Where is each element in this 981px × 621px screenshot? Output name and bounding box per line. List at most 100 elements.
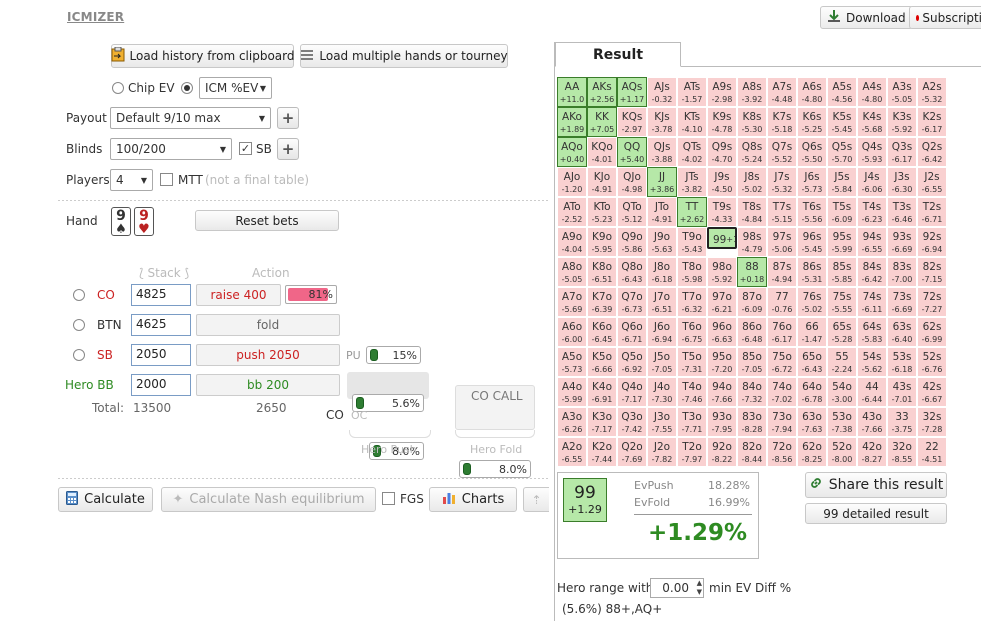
hand-cell-32s[interactable]: 32s -7.28 [917,407,947,437]
hand-cell-A2s[interactable]: A2s -5.32 [917,77,947,107]
subscribe-button[interactable]: Subscripti [909,6,981,29]
hand-cell-54s[interactable]: 54s -5.62 [857,347,887,377]
hero-stack-input[interactable]: 2000 [131,374,191,396]
hand-cell-Q8s[interactable]: Q8s -5.24 [737,137,767,167]
hand-cell-T3o[interactable]: T3o -7.71 [677,407,707,437]
hand-cell-55[interactable]: 55 -2.24 [827,347,857,377]
hand-cell-K4o[interactable]: K4o -6.91 [587,377,617,407]
hand-cell-J3o[interactable]: J3o -7.55 [647,407,677,437]
hand-cell-42o[interactable]: 42o -8.27 [857,437,887,467]
hand-cell-74o[interactable]: 74o -7.02 [767,377,797,407]
co-stack-input[interactable]: 4825 [131,284,191,306]
hand-cell-64o[interactable]: 64o -6.78 [797,377,827,407]
hand-cell-Q3o[interactable]: Q3o -7.42 [617,407,647,437]
hand-cell-A4s[interactable]: A4s -4.80 [857,77,887,107]
hand-cell-73s[interactable]: 73s -6.69 [887,287,917,317]
hand-cell-97s[interactable]: 97s -5.06 [767,227,797,257]
hand-cell-KJo[interactable]: KJo -4.91 [587,167,617,197]
hand-cell-K6o[interactable]: K6o -6.45 [587,317,617,347]
slider-handle[interactable] [463,463,471,475]
hand-card-2[interactable]: 9 ♥ [134,207,154,237]
hand-cell-TT[interactable]: TT +2.62 [677,197,707,227]
hand-cell-AA[interactable]: AA +11.0 [557,77,587,107]
hand-cell-98s[interactable]: 98s -4.79 [737,227,767,257]
nash-button[interactable]: ✦ Calculate Nash equilibrium [161,487,376,512]
hand-cell-T9o[interactable]: T9o -5.43 [677,227,707,257]
hand-cell-43o[interactable]: 43o -7.66 [857,407,887,437]
hand-cell-72s[interactable]: 72s -7.27 [917,287,947,317]
hand-cell-J5o[interactable]: J5o -7.05 [647,347,677,377]
hand-cell-75s[interactable]: 75s -5.55 [827,287,857,317]
add-blinds-button[interactable]: + [277,138,299,160]
co-dealer-radio[interactable] [73,289,85,301]
co-call-bar[interactable]: 8.0% [459,460,531,478]
hand-cell-76o[interactable]: 76o -6.17 [767,317,797,347]
hand-cell-A9o[interactable]: A9o -4.04 [557,227,587,257]
hand-cell-Q6s[interactable]: Q6s -5.50 [797,137,827,167]
hand-cell-A9s[interactable]: A9s -2.98 [707,77,737,107]
hand-cell-JTo[interactable]: JTo -4.91 [647,197,677,227]
hand-cell-82s[interactable]: 82s -7.15 [917,257,947,287]
hand-cell-T2s[interactable]: T2s -6.71 [917,197,947,227]
hand-cell-T6o[interactable]: T6o -6.75 [677,317,707,347]
hand-cell-Q9s[interactable]: Q9s -4.70 [707,137,737,167]
hand-cell-K8o[interactable]: K8o -6.51 [587,257,617,287]
co-action[interactable]: raise 400 [196,284,281,306]
hand-cell-54o[interactable]: 54o -3.00 [827,377,857,407]
hand-cell-93s[interactable]: 93s -6.69 [887,227,917,257]
hand-cell-KQs[interactable]: KQs -2.97 [617,107,647,137]
spinner-icon[interactable]: ▲ ▼ [697,579,702,597]
download-button[interactable]: Download [820,6,913,29]
hand-cell-J4s[interactable]: J4s -6.06 [857,167,887,197]
sb-checkbox[interactable]: ✓ [239,142,252,155]
hand-cell-Q5o[interactable]: Q5o -6.92 [617,347,647,377]
players-select[interactable]: 4 ▼ [110,169,153,191]
hand-cell-43s[interactable]: 43s -7.01 [887,377,917,407]
hand-cell-42s[interactable]: 42s -6.67 [917,377,947,407]
hand-cell-JTs[interactable]: JTs -3.82 [677,167,707,197]
hand-cell-88[interactable]: 88 +0.18 [737,257,767,287]
hand-cell-J7s[interactable]: J7s -5.32 [767,167,797,197]
hand-cell-82o[interactable]: 82o -8.44 [737,437,767,467]
hand-cell-86s[interactable]: 86s -5.31 [797,257,827,287]
hand-cell-K3s[interactable]: K3s -5.92 [887,107,917,137]
hand-cell-A3s[interactable]: A3s -5.05 [887,77,917,107]
share-result-button[interactable]: Share this result [805,472,947,498]
hand-cell-K2o[interactable]: K2o -7.44 [587,437,617,467]
fgs-checkbox[interactable] [382,492,395,505]
add-payout-button[interactable]: + [277,107,299,129]
hand-cell-A3o[interactable]: A3o -6.26 [557,407,587,437]
slider-handle[interactable] [370,349,378,361]
hand-cell-87o[interactable]: 87o -6.09 [737,287,767,317]
hand-cell-K9s[interactable]: K9s -4.78 [707,107,737,137]
hand-cell-96s[interactable]: 96s -5.45 [797,227,827,257]
hand-cell-QJs[interactable]: QJs -3.88 [647,137,677,167]
hand-cell-K5s[interactable]: K5s -5.45 [827,107,857,137]
hand-cell-QTo[interactable]: QTo -5.12 [617,197,647,227]
hand-cell-63o[interactable]: 63o -7.63 [797,407,827,437]
hand-cell-A8s[interactable]: A8s -3.92 [737,77,767,107]
hand-cell-J6o[interactable]: J6o -6.94 [647,317,677,347]
hand-cell-83o[interactable]: 83o -8.28 [737,407,767,437]
hand-cell-63s[interactable]: 63s -6.40 [887,317,917,347]
co-range-bar[interactable]: 81% [285,285,337,304]
hand-cell-74s[interactable]: 74s -6.11 [857,287,887,317]
hand-cell-95s[interactable]: 95s -5.99 [827,227,857,257]
sb-action[interactable]: push 2050 [196,344,340,366]
hand-cell-33[interactable]: 33 -3.75 [887,407,917,437]
hand-cell-A7o[interactable]: A7o -5.69 [557,287,587,317]
hand-cell-KTo[interactable]: KTo -5.23 [587,197,617,227]
hand-cell-Q4s[interactable]: Q4s -5.93 [857,137,887,167]
hand-cell-T7s[interactable]: T7s -5.15 [767,197,797,227]
hand-cell-J9o[interactable]: J9o -5.63 [647,227,677,257]
hand-cell-83s[interactable]: 83s -7.00 [887,257,917,287]
hand-cell-K5o[interactable]: K5o -6.66 [587,347,617,377]
icm-radio[interactable] [181,82,193,94]
reset-bets-button[interactable]: Reset bets [195,210,339,231]
hand-cell-K7o[interactable]: K7o -6.39 [587,287,617,317]
hand-cell-96o[interactable]: 96o -6.63 [707,317,737,347]
charts-button[interactable]: Charts [429,487,517,512]
hand-cell-Q4o[interactable]: Q4o -7.17 [617,377,647,407]
hand-cell-A2o[interactable]: A2o -6.55 [557,437,587,467]
hand-cell-T4o[interactable]: T4o -7.46 [677,377,707,407]
